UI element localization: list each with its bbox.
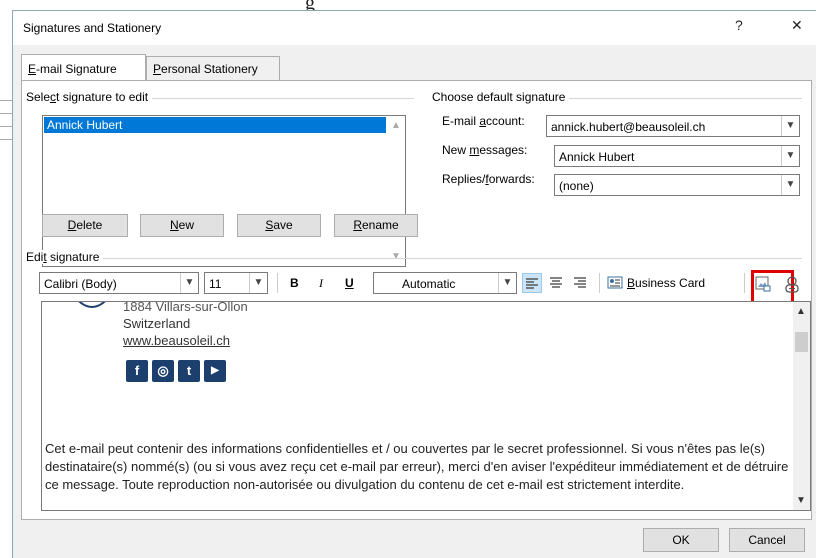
email-account-select[interactable]: annick.hubert@beausoleil.ch ▼ (546, 115, 800, 137)
font-value: Calibri (Body) (44, 277, 117, 291)
chevron-down-icon[interactable]: ▼ (781, 175, 799, 195)
instagram-icon[interactable]: ◎ (152, 360, 174, 382)
replies-forwards-select[interactable]: (none) ▼ (554, 174, 800, 196)
replies-forwards-label: Replies/forwards: (442, 172, 535, 186)
country-line: Switzerland (123, 316, 191, 331)
new-messages-select[interactable]: Annick Hubert ▼ (554, 145, 800, 167)
editor-scrollbar[interactable]: ▲ ▼ (793, 302, 810, 510)
align-center-button[interactable] (547, 273, 567, 293)
select-signature-label: Select signature to edit (26, 90, 153, 104)
new-button[interactable]: New (140, 214, 224, 237)
save-button[interactable]: Save (237, 214, 321, 237)
listbox-scrollbar[interactable]: ▲ ▼ (388, 116, 405, 266)
facebook-icon[interactable]: f (126, 360, 148, 382)
website-link[interactable]: www.beausoleil.ch (123, 333, 230, 348)
align-center-icon (550, 277, 562, 288)
align-right-icon (574, 277, 586, 288)
scroll-thumb[interactable] (795, 332, 808, 352)
align-left-button[interactable] (522, 273, 542, 293)
bold-button[interactable]: B (290, 276, 299, 290)
dialog-title: Signatures and Stationery (23, 21, 162, 35)
align-left-icon (526, 278, 538, 289)
twitter-icon[interactable]: t (178, 360, 200, 382)
edit-signature-label: Edit signature (26, 250, 104, 264)
signature-list-item[interactable]: Annick Hubert (44, 117, 386, 133)
default-signature-label: Choose default signature (432, 90, 570, 104)
delete-button[interactable]: Delete (42, 214, 128, 237)
chevron-down-icon[interactable]: ▼ (498, 273, 516, 293)
business-card-icon (607, 276, 623, 289)
ok-button[interactable]: OK (643, 528, 719, 552)
rename-button[interactable]: Rename (334, 214, 418, 237)
underline-button[interactable]: U (345, 276, 354, 290)
help-button[interactable]: ? (735, 17, 743, 33)
font-select[interactable]: Calibri (Body) ▼ (39, 272, 199, 294)
close-button[interactable]: ✕ (791, 17, 803, 34)
align-right-button[interactable] (571, 273, 591, 293)
scroll-up-icon[interactable]: ▲ (391, 120, 401, 131)
signatures-dialog: Signatures and Stationery ? ✕ E-mail Sig… (12, 10, 816, 558)
insert-hyperlink-button[interactable] (783, 275, 803, 295)
tab-email-signature[interactable]: E-mail Signature (21, 54, 146, 80)
font-color-value: Automatic (402, 277, 456, 291)
new-messages-label: New messages: (442, 143, 528, 157)
font-color-select[interactable]: Automatic ▼ (373, 272, 517, 294)
scroll-down-icon[interactable]: ▼ (796, 495, 806, 506)
address-line: 1884 Villars-sur-Ollon (123, 301, 248, 314)
italic-button[interactable]: I (319, 276, 323, 291)
email-account-value: annick.hubert@beausoleil.ch (551, 120, 706, 134)
youtube-icon[interactable]: ▶ (204, 360, 226, 382)
business-card-label: Business Card (627, 276, 706, 290)
scroll-down-icon[interactable]: ▼ (391, 251, 401, 262)
signature-listbox[interactable]: Annick Hubert ▲ ▼ (42, 115, 406, 267)
hyperlink-icon (785, 276, 799, 293)
font-size-value: 11 (209, 277, 222, 291)
chevron-down-icon[interactable]: ▼ (781, 116, 799, 136)
new-messages-value: Annick Hubert (559, 150, 635, 164)
chevron-down-icon[interactable]: ▼ (180, 273, 198, 293)
scroll-up-icon[interactable]: ▲ (796, 306, 806, 317)
chevron-down-icon[interactable]: ▼ (249, 273, 267, 293)
chevron-down-icon[interactable]: ▼ (781, 146, 799, 166)
disclaimer-text: Cet e-mail peut contenir des information… (45, 441, 789, 492)
logo-fragment-icon (78, 302, 106, 308)
signature-editor[interactable]: 1884 Villars-sur-Ollon Switzerland www.b… (41, 301, 811, 511)
cancel-button[interactable]: Cancel (729, 528, 805, 552)
tab-personal-stationery[interactable]: Personal Stationery (146, 56, 280, 80)
replies-forwards-value: (none) (559, 179, 594, 193)
email-account-label: E-mail account: (442, 114, 525, 128)
dialog-titlebar: Signatures and Stationery ? ✕ (13, 11, 816, 45)
font-size-select[interactable]: 11 ▼ (204, 272, 268, 294)
